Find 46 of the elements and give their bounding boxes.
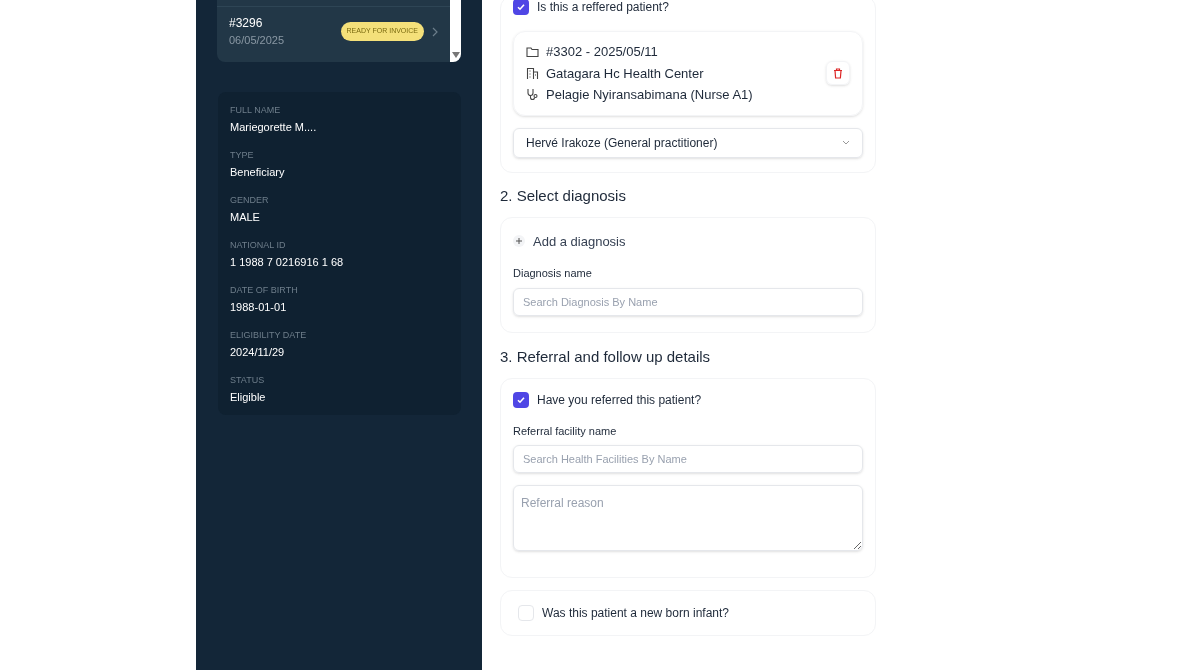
field-label: DATE OF BIRTH <box>230 284 299 297</box>
referral-detail: Pelagie Nyiransabimana (Nurse A1) <box>546 86 753 104</box>
chevron-down-icon <box>842 140 850 145</box>
field-label: NATIONAL ID <box>230 239 287 252</box>
scroll-down-icon[interactable] <box>451 52 460 58</box>
building-icon <box>526 66 539 80</box>
checkbox-label: Have you referred this patient? <box>537 391 702 409</box>
field-value: 1988-01-01 <box>230 299 288 315</box>
visit-number: #3296 <box>229 15 264 33</box>
visit-date: 06/05/2025 <box>229 33 286 49</box>
referral-detail: Gatagara Hc Health Center <box>546 64 704 83</box>
checkbox-label: Is this a reffered patient? <box>537 0 669 16</box>
check-icon <box>516 2 526 12</box>
folder-icon <box>526 45 539 59</box>
checkbox[interactable] <box>513 391 529 408</box>
plus-icon <box>513 235 525 248</box>
field-value: MALE <box>230 209 261 225</box>
delete-button[interactable] <box>826 61 850 86</box>
field-value: Beneficiary <box>230 164 286 180</box>
checkbox[interactable] <box>518 605 534 621</box>
scrollbar[interactable] <box>450 0 461 62</box>
field-label: TYPE <box>230 149 255 162</box>
referral-reason-field[interactable]: Referral reason <box>513 485 863 551</box>
field-label: FULL NAME <box>230 104 282 117</box>
field-label: GENDER <box>230 194 270 207</box>
practitioner-select[interactable]: Hervé Irakoze (General practitioner) <box>513 127 863 158</box>
field-value: Eligible <box>230 389 267 405</box>
section-heading: 2. Select diagnosis <box>500 185 627 205</box>
stethoscope-icon <box>526 88 539 102</box>
add-diagnosis-link[interactable]: Add a diagnosis <box>533 231 626 251</box>
checkbox-label: Was this patient a new born infant? <box>542 605 729 622</box>
checkbox[interactable] <box>513 0 529 15</box>
field-label: STATUS <box>230 374 266 387</box>
field-label: Diagnosis name <box>513 266 593 281</box>
field-value: 1 1988 7 0216916 1 68 <box>230 254 345 270</box>
referral-detail: #3302 - 2025/05/11 <box>546 43 658 61</box>
chevron-right-icon <box>432 26 438 37</box>
field-label: ELIGIBILITY DATE <box>230 329 308 342</box>
check-icon <box>516 394 526 405</box>
trash-icon <box>833 67 843 79</box>
field-value: 2024/11/29 <box>230 344 286 360</box>
facility-search-field[interactable]: Search Health Facilities By Name <box>513 445 863 473</box>
field-value: Mariegorette M.... <box>230 119 318 135</box>
diagnosis-search-field[interactable]: Search Diagnosis By Name <box>513 287 863 316</box>
field-label: Referral facility name <box>513 423 618 439</box>
section-heading: 3. Referral and follow up details <box>500 346 712 366</box>
